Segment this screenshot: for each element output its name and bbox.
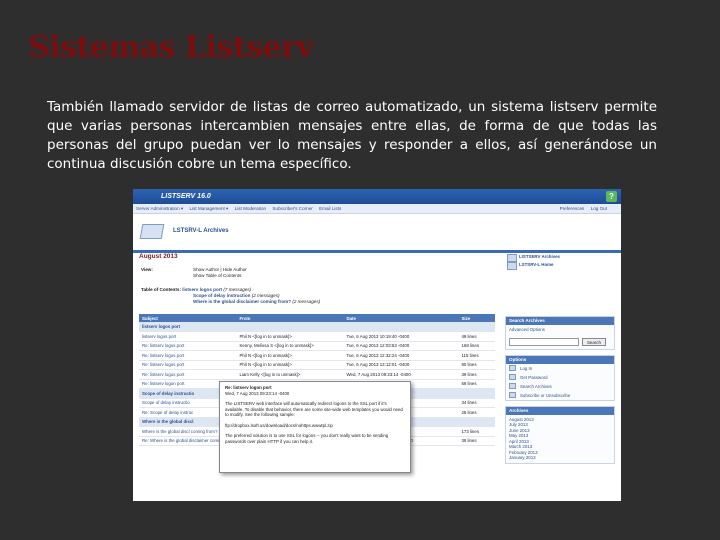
cell-from: Phil N <[log in to unmask]> — [236, 350, 344, 361]
app-titlebar: LISTSERV 16.0 ? — [133, 189, 621, 204]
col-from[interactable]: From — [236, 314, 344, 322]
password-icon — [509, 374, 516, 380]
menu-list-moderation[interactable]: List Moderation — [235, 206, 266, 211]
archive-label: LSTSRV-L Archives — [173, 228, 229, 234]
cell-size: 173 lines — [458, 426, 495, 437]
cell-size: 115 lines — [458, 350, 495, 361]
col-size[interactable]: Size — [458, 314, 495, 322]
cell-size: 168 lines — [458, 341, 495, 351]
cell-date: Tue, 6 Aug 2013 13:12:01 -0400 — [343, 360, 459, 370]
option-label: Subscribe or Unsubscribe — [520, 392, 571, 398]
cell-size: 59 lines — [458, 379, 495, 389]
cell-date: Tue, 6 Aug 2013 12:03:53 -0400 — [343, 341, 459, 351]
popup-paragraph: The preferred solution is to use SSL for… — [225, 433, 389, 444]
envelope-icon — [139, 224, 165, 239]
popup-paragraph: The LISTSERV web interface will automati… — [225, 401, 403, 417]
col-subject[interactable]: Subject — [139, 314, 237, 322]
archive-header: LSTSRV-L Archives — [133, 214, 621, 250]
search-box: Search Archives Advanced Options Search — [505, 316, 615, 350]
option-label: Log In — [520, 365, 533, 371]
login-icon — [509, 365, 516, 371]
cell-subject[interactable]: Re: listserv logos port — [139, 350, 237, 361]
table-of-contents: Table of Contents: listserv logos port (… — [141, 287, 381, 305]
cell-subject[interactable]: Re: listserv logos port — [139, 360, 237, 370]
cell-from: Phil N <[log in to unmask]> — [236, 360, 344, 370]
search-title: Search Archives — [506, 317, 614, 325]
group-subject: listserv logos port — [139, 322, 495, 332]
option-search-archives[interactable]: Search Archives — [506, 382, 614, 391]
options-box: Options Log In Get Password Search Archi… — [505, 354, 615, 401]
cell-date: Tue, 6 Aug 2013 10:19:40 -0400 — [343, 331, 459, 342]
toc-count: (7 messages) — [223, 287, 252, 292]
menu-email-lists[interactable]: Email Lists — [319, 206, 341, 211]
side-quick-links: LISTSERV Archives LSTSRV-L Home — [505, 253, 615, 270]
month-title: August 2013 — [139, 253, 178, 260]
option-login[interactable]: Log In — [506, 364, 614, 373]
table-row[interactable]: Re: listserv logos port Phil N <[log in t… — [139, 360, 495, 370]
popup-date: Wed, 7 Aug 2013 09:23:14 -0400 — [225, 390, 290, 396]
table-row[interactable]: listserv logos port Phil N <[log in to un… — [139, 331, 495, 342]
toc-link[interactable]: Scope of delay instruction — [193, 293, 250, 298]
toc-count: (2 messages) — [292, 299, 321, 304]
toc-label: Table of Contents: — [141, 287, 181, 292]
cell-date: Tue, 6 Aug 2013 12:32:24 -0400 — [343, 350, 459, 361]
archive-month-link[interactable]: January 2013 — [509, 455, 611, 461]
cell-from: Kenny, Melissa S <[log in to unmask]> — [236, 341, 344, 351]
cell-from: Phil N <[log in to unmask]> — [236, 331, 344, 342]
advanced-options-link[interactable]: Advanced Options — [506, 325, 614, 335]
cell-size: 90 lines — [458, 360, 495, 370]
cell-size: 49 lines — [458, 331, 495, 342]
slide-body: También llamado servidor de listas de co… — [47, 99, 657, 172]
option-get-password[interactable]: Get Password — [506, 373, 614, 382]
app-title: LISTSERV 16.0 — [161, 193, 211, 200]
cell-subject[interactable]: Re: listserv logos port — [139, 341, 237, 351]
cell-subject[interactable]: listserv logos port — [139, 331, 237, 342]
search-input[interactable] — [509, 337, 579, 346]
archives-title: Archives — [506, 406, 614, 415]
cell-size: 28 lines — [458, 407, 495, 418]
option-label: Search Archives — [520, 383, 552, 389]
side-panel: Search Archives Advanced Options Search … — [505, 316, 615, 469]
menu-logout[interactable]: Log Out — [591, 206, 607, 211]
toc-link[interactable]: listserv logos port — [182, 287, 222, 292]
cell-date: Wed, 7 Aug 2013 09:23:14 -0400 — [343, 369, 459, 380]
menu-bar: Server Administration ▾ List Management … — [133, 204, 621, 214]
cell-size: 34 lines — [458, 398, 495, 408]
message-preview-popup: Re: listserv logon port Wed, 7 Aug 2013 … — [219, 381, 411, 473]
option-subscribe[interactable]: Subscribe or Unsubscribe — [506, 391, 614, 400]
cell-size: 39 lines — [458, 436, 495, 446]
option-label: Get Password — [520, 374, 548, 380]
popup-link[interactable]: ftp://dropbox.lsoft.us/download/docs/noh… — [225, 423, 405, 429]
table-row[interactable]: Re: listserv logos port Liam Kelly <[log … — [139, 369, 495, 380]
menu-server-admin[interactable]: Server Administration ▾ — [136, 206, 183, 211]
archives-box: Archives August 2013 July 2013 June 2013 Ma… — [505, 405, 615, 464]
archives-list: August 2013 July 2013 June 2013 May 2013 Apr… — [506, 415, 614, 463]
view-toc-toggle[interactable]: Show Table of Contents — [193, 273, 313, 279]
col-date[interactable]: Date — [343, 314, 459, 322]
menu-subscribers-corner[interactable]: Subscriber's Corner — [272, 206, 312, 211]
search-icon — [509, 383, 516, 389]
slide-title: Sistemas Listserv — [28, 30, 314, 65]
cell-size: 39 lines — [458, 369, 495, 380]
help-icon[interactable]: ? — [606, 191, 617, 202]
menu-list-management[interactable]: List Management ▾ — [190, 206, 229, 211]
options-title: Options — [506, 355, 614, 364]
cell-subject[interactable]: Re: listserv logos port — [139, 369, 237, 380]
view-options: View: Show Author | Hide Author Show Tab… — [141, 267, 247, 278]
link-listserv-archives[interactable]: LISTSERV Archives — [505, 253, 615, 262]
subscribe-icon — [509, 392, 516, 398]
cell-from: Liam Kelly <[log in to unmask]> — [236, 369, 344, 380]
table-group-row[interactable]: listserv logos port — [139, 322, 495, 332]
link-list-home[interactable]: LSTSRV-L Home — [505, 261, 615, 270]
listserv-screenshot: LISTSERV 16.0 ? Server Administration ▾ … — [133, 189, 621, 501]
table-row[interactable]: Re: listserv logos port Phil N <[log in t… — [139, 350, 495, 361]
view-label: View: — [141, 267, 153, 272]
menu-preferences[interactable]: Preferences — [560, 206, 585, 211]
table-row[interactable]: Re: listserv logos port Kenny, Melissa S … — [139, 341, 495, 351]
toc-link[interactable]: Where is the global disclaimer coming fr… — [193, 299, 291, 304]
toc-count: (2 messages) — [251, 293, 280, 298]
search-button[interactable]: Search — [582, 337, 606, 346]
